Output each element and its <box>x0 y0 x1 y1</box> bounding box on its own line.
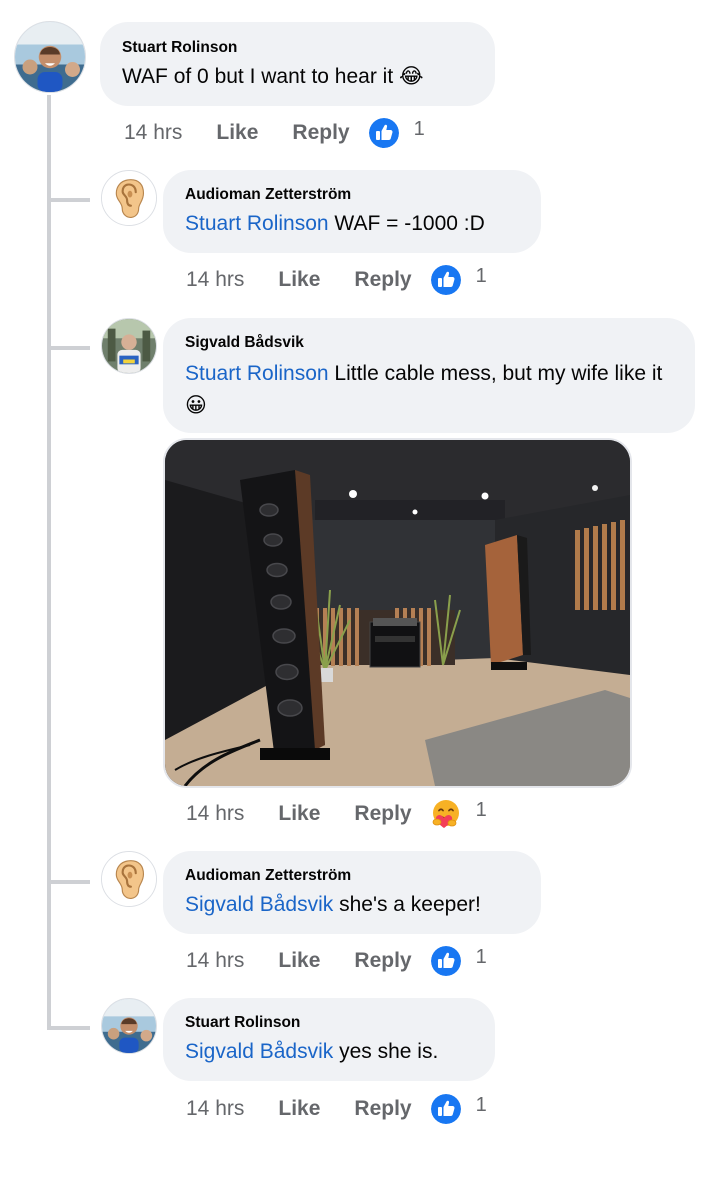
reply-bubble: Audioman Zetterström Stuart Rolinson WAF… <box>163 170 541 253</box>
mention-link[interactable]: Sigvald Bådsvik <box>185 1040 333 1063</box>
reply-text: Sigvald Bådsvik she's a keeper! <box>185 893 481 916</box>
reaction-summary[interactable]: 1 <box>430 1093 487 1125</box>
reaction-summary[interactable]: 1 <box>430 264 487 296</box>
reply-author[interactable]: Stuart Rolinson <box>185 1013 473 1032</box>
comment-bubble: Stuart Rolinson WAF of 0 but I want to h… <box>100 22 495 106</box>
grinning-emoji-icon: 😀 <box>185 394 207 417</box>
like-icon <box>430 1093 462 1125</box>
thread-branch <box>47 1026 90 1030</box>
reply-text: Stuart Rolinson Little cable mess, but m… <box>185 362 663 417</box>
avatar[interactable] <box>101 998 157 1054</box>
mention-link[interactable]: Sigvald Bådsvik <box>185 893 333 916</box>
reply-author[interactable]: Audioman Zetterström <box>185 866 519 885</box>
thread-branch <box>47 198 90 202</box>
reply-actions: 14 hrs Like Reply 1 <box>186 798 487 830</box>
reply-button[interactable]: Reply <box>354 949 411 973</box>
thread-branch <box>47 346 90 350</box>
reply-actions: 14 hrs Like Reply 1 <box>186 945 487 977</box>
timestamp[interactable]: 14 hrs <box>186 802 244 826</box>
comment-author[interactable]: Stuart Rolinson <box>122 38 473 57</box>
reply-button[interactable]: Reply <box>292 121 349 145</box>
reaction-count: 1 <box>475 264 487 287</box>
reaction-count: 1 <box>475 1093 487 1116</box>
like-button[interactable]: Like <box>216 121 258 145</box>
care-icon <box>430 798 462 830</box>
reply-button[interactable]: Reply <box>354 1097 411 1121</box>
avatar[interactable] <box>101 318 157 374</box>
like-icon <box>430 945 462 977</box>
listening-room-photo[interactable] <box>163 438 632 788</box>
like-button[interactable]: Like <box>278 802 320 826</box>
reply-text: Sigvald Bådsvik yes she is. <box>185 1040 439 1063</box>
reply-author[interactable]: Audioman Zetterström <box>185 185 519 204</box>
avatar[interactable] <box>101 170 157 226</box>
comment-actions: 14 hrs Like Reply 1 <box>124 117 425 149</box>
comment-text: WAF of 0 but I want to hear it 😂 <box>122 65 424 88</box>
reply-actions: 14 hrs Like Reply 1 <box>186 264 487 296</box>
reaction-summary[interactable]: 1 <box>368 117 425 149</box>
like-button[interactable]: Like <box>278 1097 320 1121</box>
laughing-emoji-icon: 😂 <box>399 65 424 88</box>
reply-actions: 14 hrs Like Reply 1 <box>186 1093 487 1125</box>
reply-bubble: Audioman Zetterström Sigvald Bådsvik she… <box>163 851 541 934</box>
like-icon <box>368 117 400 149</box>
reply-button[interactable]: Reply <box>354 802 411 826</box>
thread-branch <box>47 880 90 884</box>
mention-link[interactable]: Stuart Rolinson <box>185 362 329 385</box>
like-icon <box>430 264 462 296</box>
reaction-summary[interactable]: 1 <box>430 945 487 977</box>
timestamp[interactable]: 14 hrs <box>186 949 244 973</box>
room-image-icon <box>165 440 630 786</box>
avatar[interactable] <box>101 851 157 907</box>
reply-bubble: Stuart Rolinson Sigvald Bådsvik yes she … <box>163 998 495 1081</box>
reaction-summary[interactable]: 1 <box>430 798 487 830</box>
reply-text: Stuart Rolinson WAF = -1000 :D <box>185 212 485 235</box>
reply-bubble: Sigvald Bådsvik Stuart Rolinson Little c… <box>163 318 695 433</box>
reply-button[interactable]: Reply <box>354 268 411 292</box>
mention-link[interactable]: Stuart Rolinson <box>185 212 329 235</box>
like-button[interactable]: Like <box>278 268 320 292</box>
reaction-count: 1 <box>475 798 487 821</box>
timestamp[interactable]: 14 hrs <box>186 1097 244 1121</box>
reaction-count: 1 <box>413 117 425 140</box>
timestamp[interactable]: 14 hrs <box>124 121 182 145</box>
timestamp[interactable]: 14 hrs <box>186 268 244 292</box>
avatar[interactable] <box>14 21 86 93</box>
thread-line <box>47 95 51 1030</box>
reaction-count: 1 <box>475 945 487 968</box>
like-button[interactable]: Like <box>278 949 320 973</box>
reply-author[interactable]: Sigvald Bådsvik <box>185 333 673 352</box>
